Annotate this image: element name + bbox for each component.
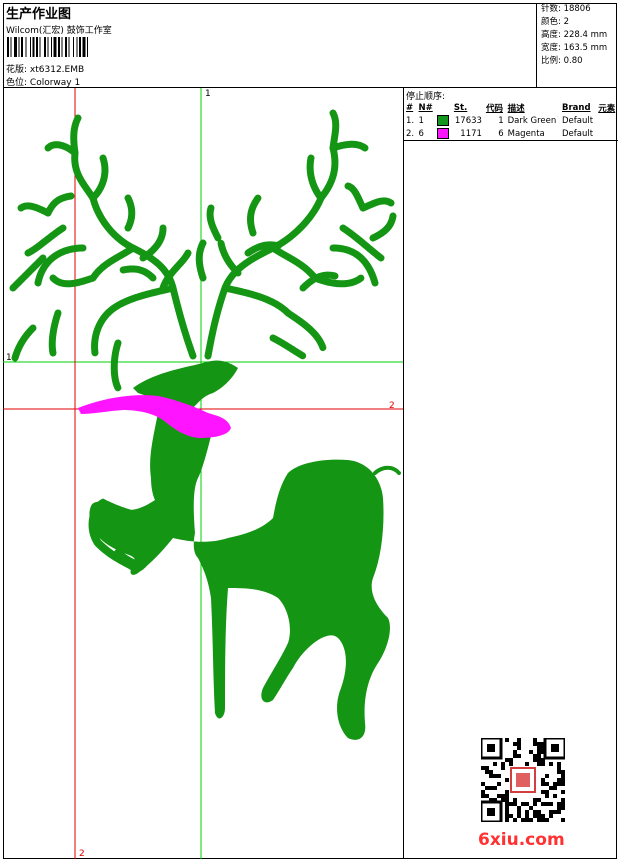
reindeer-tail <box>373 465 401 475</box>
col-swatch <box>435 101 452 114</box>
color-swatch <box>437 128 450 139</box>
design-file-row: 花版: xt6312.EMB <box>6 62 84 75</box>
design-canvas: 1 1 2 2 <box>3 88 403 859</box>
reindeer-body <box>89 413 390 740</box>
design-file-name: xt6312.EMB <box>29 65 85 75</box>
col-num: # <box>406 102 414 113</box>
qr-code <box>481 738 565 822</box>
col-stitches: St. <box>453 102 468 113</box>
col-code: 代码 <box>485 103 503 114</box>
stat-colors: 颜色: 2 <box>541 17 569 27</box>
page-title: 生产作业图 <box>6 7 72 22</box>
reindeer-antlers <box>9 109 397 392</box>
design-label: 花版: <box>6 65 28 75</box>
stop-sequence-header-row: # N# St. 代码 描述 Brand 元素 <box>404 101 618 114</box>
watermark-logo: 6xiu.com <box>478 830 565 850</box>
stop-sequence-divider <box>404 140 618 141</box>
guide-label-red-h: 2 <box>389 401 395 411</box>
guide-label-red-v: 2 <box>79 849 85 859</box>
stat-height: 高度: 228.4 mm <box>541 30 608 40</box>
stats-panel: 针数: 18806 颜色: 2 高度: 228.4 mm 宽度: 163.5 m… <box>536 3 618 87</box>
col-n: N# <box>418 102 433 113</box>
stat-scale: 比例: 0.80 <box>541 56 583 66</box>
stat-width: 宽度: 163.5 mm <box>541 43 608 53</box>
table-row: 2. 6 1171 6 Magenta Default <box>406 128 594 139</box>
table-row: 1. 1 17633 1 Dark Green Default <box>406 115 594 126</box>
design-preview: 1 1 2 2 <box>3 88 403 859</box>
color-swatch <box>437 115 450 126</box>
stat-stitches: 针数: 18806 <box>541 4 591 14</box>
col-element: 元素 <box>598 103 616 114</box>
col-brand: Brand <box>562 102 591 113</box>
company-name: Wilcom(汇宏) 鼓饰工作室 <box>6 26 112 36</box>
guide-label-green-v: 1 <box>205 89 211 99</box>
col-desc: 描述 <box>507 103 525 114</box>
guide-label-green-h: 1 <box>6 353 12 363</box>
barcode <box>7 37 88 57</box>
stop-sequence-table: # N# St. 代码 描述 Brand 元素 1. 1 17633 1 Dar… <box>404 101 618 140</box>
